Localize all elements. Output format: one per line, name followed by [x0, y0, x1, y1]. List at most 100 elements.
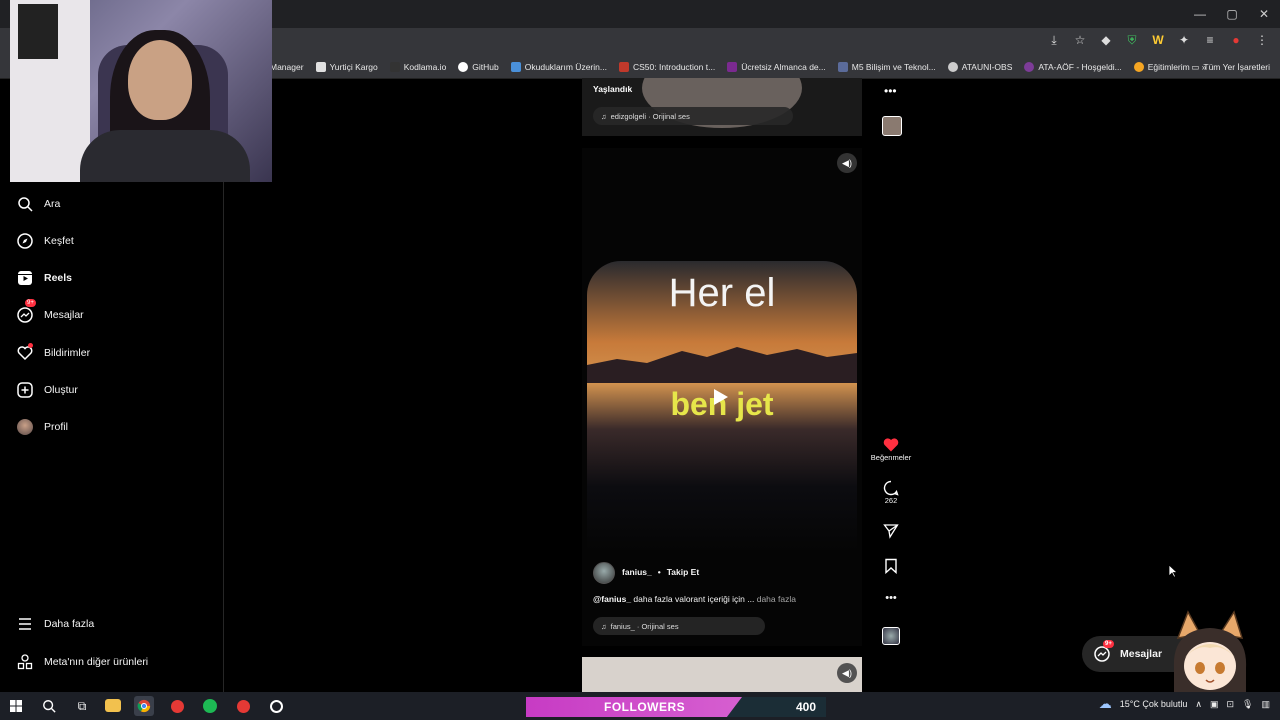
bookmark[interactable]: M5 Bilişim ve Teknol... — [837, 62, 936, 72]
mountain-silhouette — [587, 347, 857, 383]
sidebar-more-button[interactable]: Daha fazla — [16, 615, 94, 633]
audio-pill[interactable]: ♫ edizgolgeli · Orijinal ses — [593, 107, 793, 125]
follow-button[interactable]: Takip Et — [667, 567, 699, 577]
sidebar-item-label: Reels — [44, 272, 73, 284]
file-explorer-icon[interactable] — [105, 699, 121, 712]
media-icon[interactable]: ≡ — [1202, 32, 1218, 48]
system-tray: ☁ 15°C Çok bulutlu ∧ ▣ ⊡ 🎙︎ ▥ — [1099, 696, 1270, 712]
bookmark[interactable]: GitHub — [458, 62, 499, 72]
obs-icon[interactable] — [266, 696, 286, 716]
close-button[interactable]: ✕ — [1248, 0, 1280, 28]
network-icon[interactable]: ▥ — [1261, 699, 1270, 710]
bookmark[interactable]: Eğitimlerim — [1133, 62, 1190, 72]
sidebar-item-messages[interactable]: 9+ Mesajlar — [16, 299, 84, 324]
menu-icon[interactable]: ⋮ — [1254, 32, 1270, 48]
send-icon — [883, 524, 899, 539]
chevron-up-icon[interactable]: ∧ — [1195, 699, 1202, 710]
grid-shapes-icon — [16, 653, 34, 671]
avatar — [16, 418, 34, 436]
bookmark[interactable]: Okuduklarım Üzerin... — [510, 62, 607, 72]
more-options-icon[interactable]: ••• — [868, 592, 914, 604]
sidebar-item-notifications[interactable]: Bildirimler — [16, 343, 90, 362]
bookmark[interactable]: ATA-AÖF - Hoşgeldi... — [1024, 62, 1122, 72]
chrome-icon[interactable] — [134, 696, 154, 716]
bookmark[interactable]: Ücretsiz Almanca de... — [727, 62, 826, 72]
caption-mention[interactable]: @fanius_ — [593, 594, 631, 604]
extension-icon[interactable]: ◆ — [1098, 32, 1114, 48]
save-button[interactable] — [868, 558, 914, 574]
followers-goal-bar: FOLLOWERS 400 — [526, 697, 826, 717]
puzzle-icon[interactable]: ✦ — [1176, 32, 1192, 48]
comment-button[interactable]: 262 — [868, 480, 914, 505]
spotify-icon[interactable] — [200, 696, 220, 716]
bookmark[interactable]: Kodlama.io — [389, 62, 446, 72]
followers-count: 400 — [795, 700, 816, 714]
like-button[interactable]: Beğenmeler — [868, 437, 914, 462]
mouse-cursor-icon — [1168, 564, 1178, 578]
reel-main[interactable]: ◀) Her el ben jet fanius_ • Takip Et @fa… — [582, 148, 862, 646]
task-view-icon[interactable]: ⧉ — [72, 696, 92, 716]
play-icon[interactable] — [714, 389, 728, 405]
audio-pill[interactable]: ♫ fanius_ · Orijinal ses — [593, 617, 765, 635]
search-icon[interactable] — [39, 696, 59, 716]
more-options-icon[interactable]: ••• — [884, 84, 897, 98]
cloud-icon[interactable]: ☁ — [1099, 696, 1112, 712]
extension-w-icon[interactable]: W — [1150, 32, 1166, 48]
install-icon[interactable]: ⤓ — [1046, 32, 1062, 48]
music-note-icon: ♫ — [601, 621, 607, 631]
bookmark-icon — [885, 558, 897, 574]
comment-count: 262 — [884, 496, 898, 505]
sidebar-item-create[interactable]: Oluştur — [16, 381, 78, 399]
audio-thumbnail[interactable] — [882, 116, 902, 136]
window-controls: — ▢ ✕ — [1184, 0, 1280, 28]
followers-label: FOLLOWERS — [604, 700, 686, 714]
shield-icon[interactable]: ⛨ — [1124, 32, 1140, 48]
heart-icon — [16, 343, 34, 362]
bookmark[interactable]: CS50: Introduction t... — [618, 62, 715, 72]
reel-author-row: fanius_ • Takip Et — [622, 567, 699, 577]
audio-thumbnail — [882, 627, 900, 645]
profile-icon[interactable]: ● — [1228, 32, 1244, 48]
bookmark[interactable]: Yurtiçi Kargo — [315, 62, 378, 72]
sidebar-item-search[interactable]: Ara — [16, 195, 60, 213]
bookmark-icon — [389, 62, 400, 72]
sidebar-item-label: Keşfet — [44, 235, 74, 247]
app-red-icon[interactable] — [233, 696, 253, 716]
bookmark-icon — [315, 62, 326, 72]
reel-previous[interactable]: Yaşlandık ♫ edizgolgeli · Orijinal ses — [582, 78, 862, 136]
tray-app-icon[interactable]: ⊡ — [1227, 699, 1235, 710]
maximize-button[interactable]: ▢ — [1216, 0, 1248, 28]
windows-start-icon[interactable] — [6, 696, 26, 716]
speaker-icon[interactable]: ◀) — [837, 153, 857, 173]
minimize-button[interactable]: — — [1184, 0, 1216, 28]
bookmark[interactable]: ATAUNI-OBS — [947, 62, 1012, 72]
folder-icon: ▭ — [1191, 61, 1200, 72]
sidebar-item-label: Ara — [44, 198, 61, 210]
webcam-overlay — [10, 0, 272, 182]
sidebar-item-label: Oluştur — [44, 384, 78, 396]
sidebar-item-reels[interactable]: Reels — [16, 269, 72, 287]
sidebar-item-explore[interactable]: Keşfet — [16, 232, 74, 250]
reel-caption: @fanius_ daha fazla valorant içeriği içi… — [593, 594, 796, 604]
separator: • — [657, 567, 661, 577]
all-bookmarks-button[interactable]: ▭ Tüm Yer İşaretleri — [1191, 57, 1270, 77]
caption-more-link[interactable]: daha fazla — [754, 594, 796, 604]
sidebar-item-profile[interactable]: Profil — [16, 418, 68, 436]
microphone-icon[interactable]: 🎙︎ — [1242, 699, 1253, 710]
notification-badge: 9+ — [25, 299, 36, 307]
star-icon[interactable]: ☆ — [1072, 32, 1088, 48]
share-button[interactable] — [868, 523, 914, 539]
app-red-icon[interactable] — [167, 696, 187, 716]
reel-next[interactable]: ◀) — [582, 657, 862, 692]
sidebar-item-label: Profil — [44, 421, 68, 433]
bookmark[interactable]: Manager — [270, 62, 304, 72]
speaker-icon[interactable]: ◀) — [837, 663, 857, 683]
weather-text[interactable]: 15°C Çok bulutlu — [1120, 699, 1188, 709]
username-link[interactable]: fanius_ — [622, 567, 652, 577]
audio-thumbnail-button[interactable] — [868, 627, 914, 645]
sidebar-meta-products-button[interactable]: Meta'nın diğer ürünleri — [16, 653, 148, 671]
avatar[interactable] — [593, 562, 615, 584]
likes-label: Beğenmeler — [870, 453, 912, 462]
tray-app-icon[interactable]: ▣ — [1210, 699, 1219, 710]
music-note-icon: ♫ — [601, 111, 607, 121]
